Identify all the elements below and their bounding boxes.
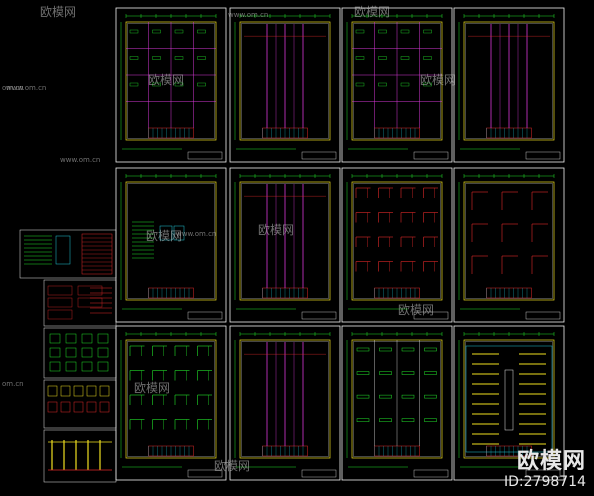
watermark-brand-0: 欧模网 (40, 5, 76, 19)
watermark-brand-large: 欧模网 (516, 449, 586, 474)
sheet-11 (341, 325, 453, 481)
sheet-frame (341, 167, 453, 323)
sheet-8 (453, 167, 565, 323)
sheet-9 (115, 325, 227, 481)
watermark-site-short-0: om.cn (2, 84, 24, 92)
sheet-4 (453, 7, 565, 163)
watermark-brand-3: 欧模网 (420, 73, 456, 87)
watermark-site-1: www.om.cn (176, 230, 216, 238)
sheet-5 (115, 167, 227, 323)
watermark-brand-7: 欧模网 (134, 381, 170, 395)
watermark-brand-2: 欧模网 (148, 73, 184, 87)
sheet-frame (115, 325, 227, 481)
watermark-brand-8: 欧模网 (214, 459, 250, 473)
watermark-brand-4: 欧模网 (258, 223, 294, 237)
cad-drawing-canvas: 欧模网 欧模网欧模网 欧模网欧模网欧模网欧模网欧模网欧模网www.om.cnwww.… (0, 0, 594, 496)
sheet-frame (115, 167, 227, 323)
watermark-site-3: www.om.cn (60, 156, 100, 164)
watermark-id: ID:2798714 (504, 474, 586, 490)
sheet-frame (453, 167, 565, 323)
sheet-7 (341, 167, 453, 323)
sheet-2 (229, 7, 341, 163)
watermark-brand-6: 欧模网 (398, 303, 434, 317)
sheet-10 (229, 325, 341, 481)
corner-watermark: 欧模网 ID:2798714 (504, 449, 586, 491)
sheet-6 (229, 167, 341, 323)
watermark-brand-1: 欧模网 (354, 5, 390, 19)
watermark-site-0: www.om.cn (228, 11, 268, 19)
watermark-site-short-1: om.cn (2, 380, 24, 388)
